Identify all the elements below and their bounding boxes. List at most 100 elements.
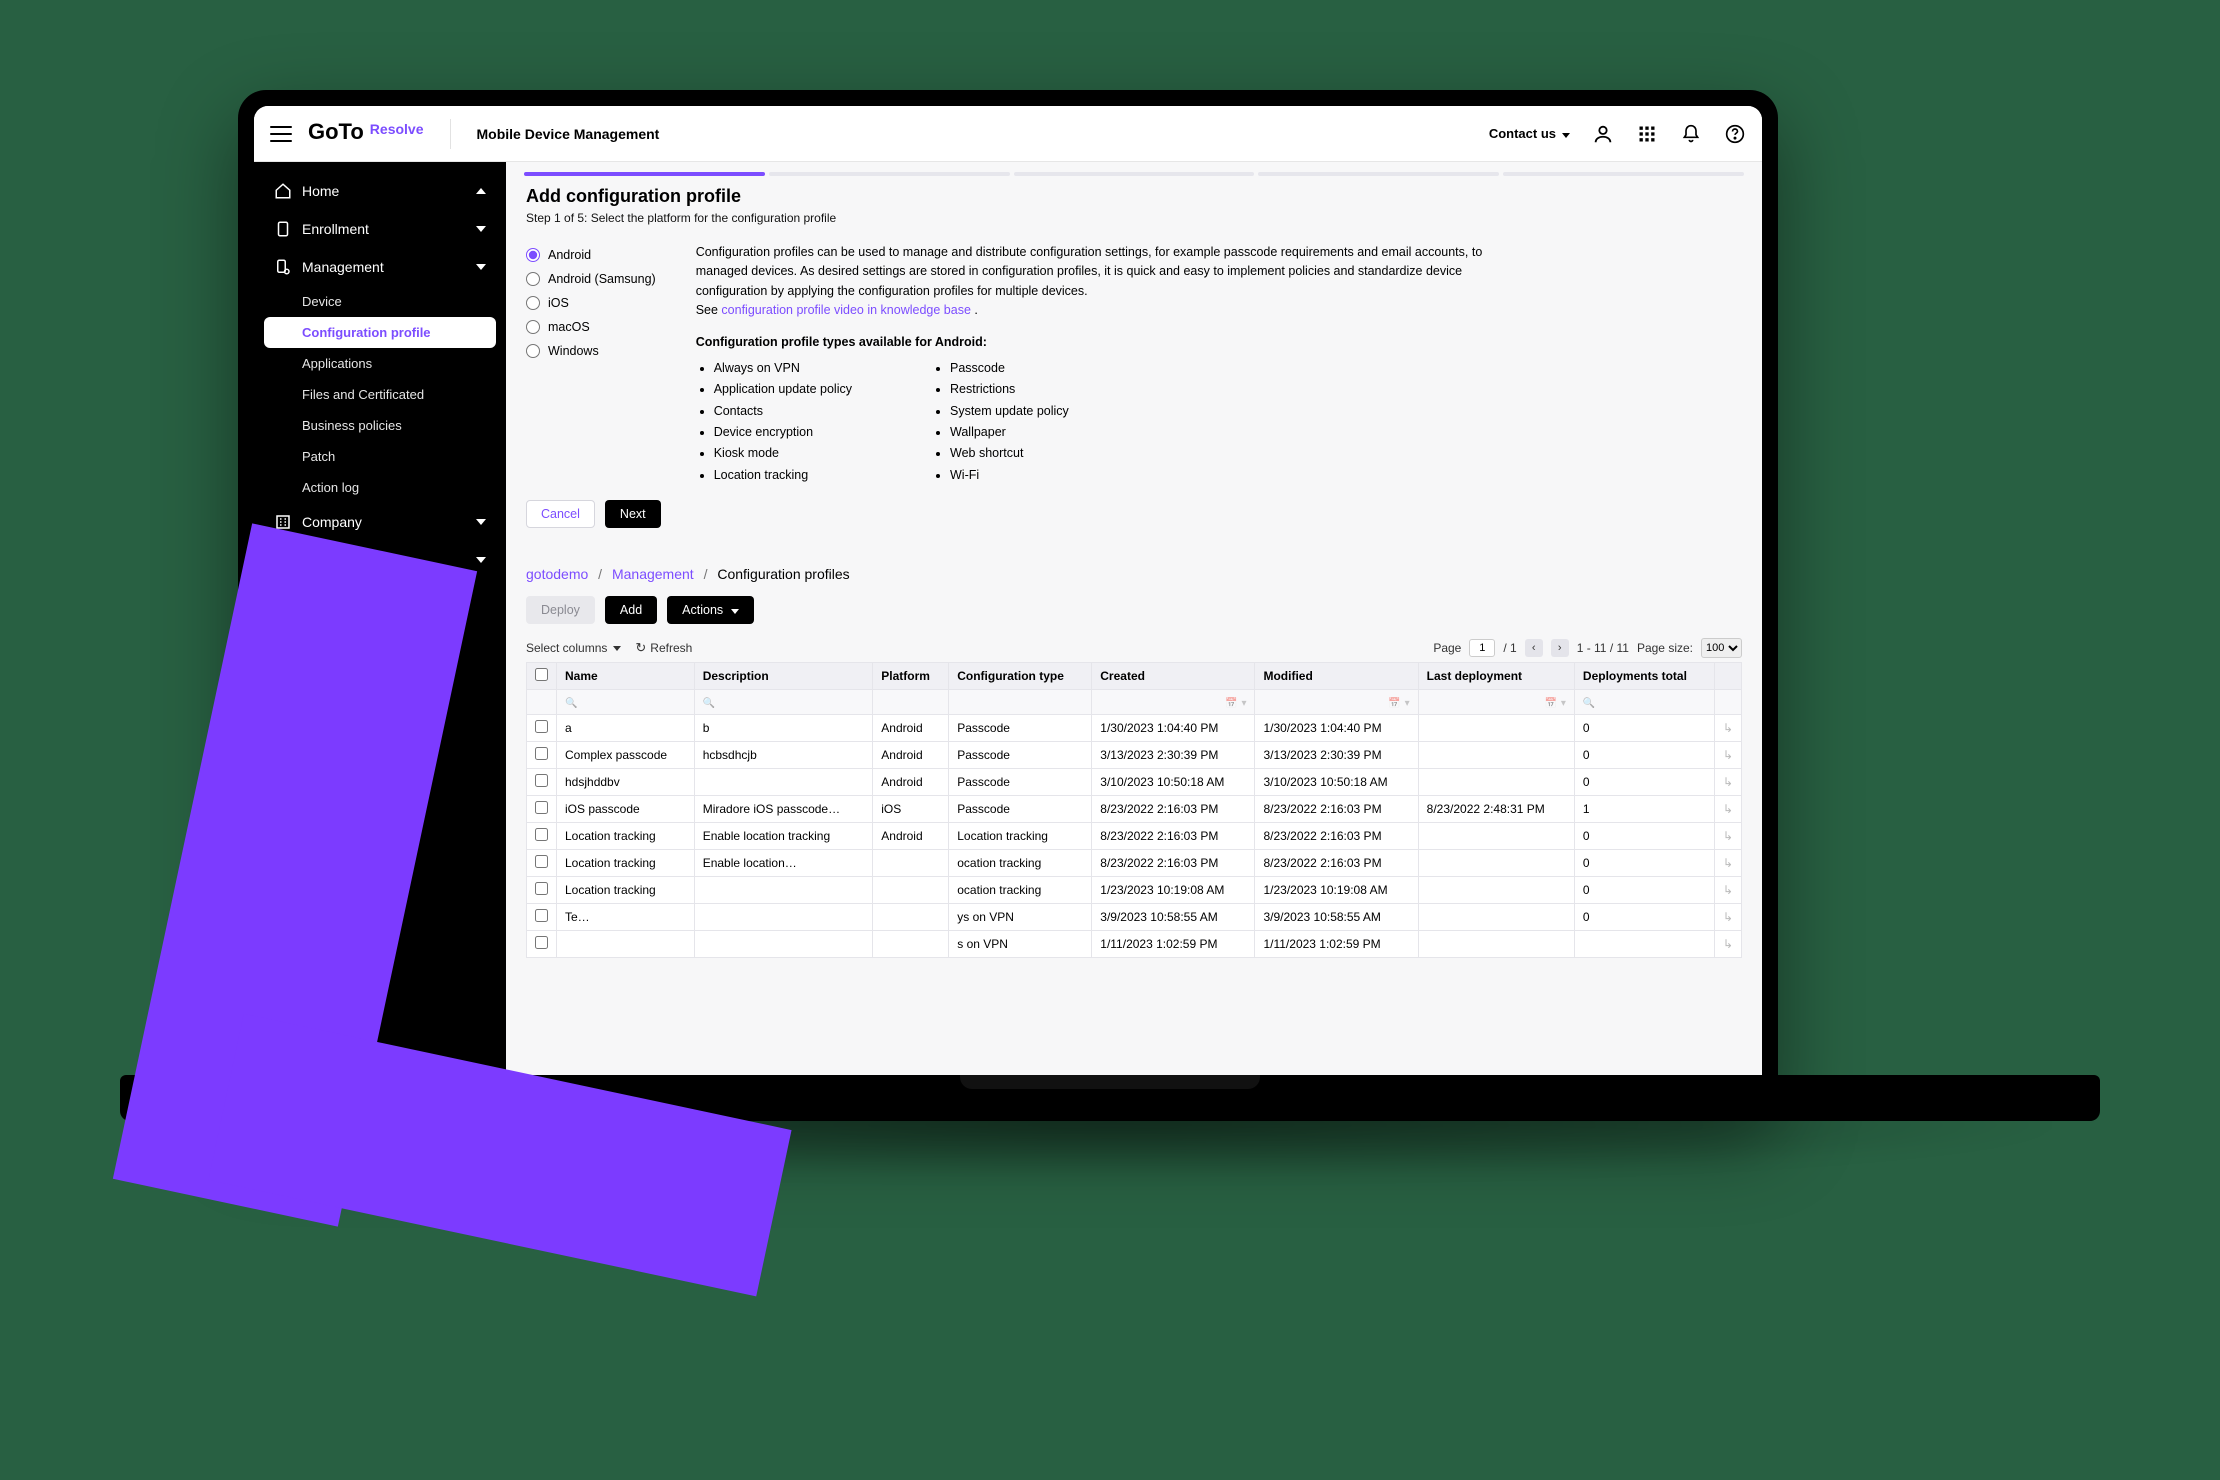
bell-icon[interactable] [1680,123,1702,145]
page-title: Mobile Device Management [477,126,660,142]
col-configuration-type[interactable]: Configuration type [949,663,1092,690]
table-row[interactable]: Location trackingEnable location…ocation… [527,850,1742,877]
menu-icon[interactable] [270,126,292,142]
row-action-icon[interactable] [1714,931,1741,958]
crumb-management[interactable]: Management [612,566,694,582]
table-row[interactable]: Location trackingEnable location trackin… [527,823,1742,850]
platform-radio-macos[interactable]: macOS [526,315,656,339]
row-checkbox[interactable] [535,801,548,814]
table-row[interactable]: iOS passcodeMiradore iOS passcode…iOSPas… [527,796,1742,823]
logo-product-text: Resolve [370,121,424,137]
select-columns-dropdown[interactable]: Select columns [526,641,621,655]
col-deployments-total[interactable]: Deployments total [1574,663,1714,690]
sidebar-item-management[interactable]: Management [264,248,496,286]
calendar-icon[interactable] [1544,695,1556,709]
calendar-icon[interactable] [1388,695,1400,709]
chevron-down-icon [476,557,486,563]
row-action-icon[interactable] [1714,715,1741,742]
sidebar-item-business-policies[interactable]: Business policies [264,410,496,441]
sidebar-item-system[interactable]: System [264,541,496,579]
sidebar: Home Enrollment Management Device Co [254,162,506,1094]
account-icon[interactable] [1592,123,1614,145]
row-checkbox[interactable] [535,855,548,868]
topbar: GoTo Resolve Mobile Device Management Co… [254,106,1762,162]
platform-radio-group: Android Android (Samsung) iOS macOS Wind… [526,243,656,486]
row-checkbox[interactable] [535,720,548,733]
sidebar-item-files-certificated[interactable]: Files and Certificated [264,379,496,410]
sidebar-item-label: Home [302,183,339,199]
row-checkbox[interactable] [535,882,548,895]
row-action-icon[interactable] [1714,850,1741,877]
row-checkbox[interactable] [535,828,548,841]
sidebar-item-label: System [302,552,349,568]
table-row[interactable]: Complex passcodehcbsdhcjbAndroidPasscode… [527,742,1742,769]
row-checkbox[interactable] [535,909,548,922]
table-header-row: Name Description Platform Configuration … [527,663,1742,690]
apps-grid-icon[interactable] [1636,123,1658,145]
platform-radio-ios[interactable]: iOS [526,291,656,315]
refresh-button[interactable]: Refresh [635,640,692,656]
calendar-icon[interactable] [1225,695,1237,709]
table-row[interactable]: Te…ys on VPN3/9/2023 10:58:55 AM3/9/2023… [527,904,1742,931]
table-row[interactable]: s on VPN1/11/2023 1:02:59 PM1/11/2023 1:… [527,931,1742,958]
logo-goto-text: GoTo [308,119,364,149]
col-description[interactable]: Description [694,663,873,690]
sidebar-item-action-log[interactable]: Action log [264,472,496,503]
row-checkbox[interactable] [535,774,548,787]
row-action-icon[interactable] [1714,904,1741,931]
logo: GoTo Resolve [308,119,424,149]
col-name[interactable]: Name [557,663,695,690]
page-prev-button[interactable]: ‹ [1525,639,1543,657]
chevron-down-icon [476,264,486,270]
sidebar-item-applications[interactable]: Applications [264,348,496,379]
col-platform[interactable]: Platform [873,663,949,690]
breadcrumb: gotodemo / Management / Configuration pr… [506,542,1762,586]
help-icon[interactable] [1724,123,1746,145]
platform-radio-windows[interactable]: Windows [526,339,656,363]
row-checkbox[interactable] [535,747,548,760]
row-action-icon[interactable] [1714,742,1741,769]
filter-icon[interactable] [1405,695,1410,709]
search-icon[interactable] [565,695,577,709]
row-action-icon[interactable] [1714,796,1741,823]
table-row[interactable]: Location trackingocation tracking1/23/20… [527,877,1742,904]
sidebar-item-patch[interactable]: Patch [264,441,496,472]
search-icon[interactable] [703,695,715,709]
filter-icon[interactable] [1241,695,1246,709]
platform-radio-android[interactable]: Android [526,243,656,267]
sidebar-item-device[interactable]: Device [264,286,496,317]
col-modified[interactable]: Modified [1255,663,1418,690]
col-last-deployment[interactable]: Last deployment [1418,663,1574,690]
contact-us-menu[interactable]: Contact us [1489,126,1570,141]
sidebar-item-label: Company [302,514,362,530]
sidebar-item-home[interactable]: Home [264,172,496,210]
sidebar-item-configuration-profile[interactable]: Configuration profile [264,317,496,348]
row-action-icon[interactable] [1714,769,1741,796]
kb-video-link[interactable]: configuration profile video in knowledge… [721,303,970,317]
sidebar-item-enrollment[interactable]: Enrollment [264,210,496,248]
table-row[interactable]: abAndroidPasscode1/30/2023 1:04:40 PM1/3… [527,715,1742,742]
cancel-button[interactable]: Cancel [526,500,595,528]
row-action-icon[interactable] [1714,823,1741,850]
chevron-down-icon [476,226,486,232]
divider [450,119,451,149]
search-icon[interactable] [1583,695,1595,709]
filter-icon[interactable] [1561,695,1566,709]
select-all-checkbox[interactable] [535,668,548,681]
page-size-select[interactable]: 100 [1701,638,1742,658]
col-created[interactable]: Created [1092,663,1255,690]
next-button[interactable]: Next [605,500,661,528]
page-input[interactable] [1469,639,1495,657]
actions-menu[interactable]: Actions [667,596,754,624]
table-row[interactable]: hdsjhddbvAndroidPasscode3/10/2023 10:50:… [527,769,1742,796]
sidebar-item-label: Enrollment [302,221,369,237]
platform-radio-android-samsung[interactable]: Android (Samsung) [526,267,656,291]
sidebar-item-company[interactable]: Company [264,503,496,541]
wizard-title: Add configuration profile [526,186,1742,207]
refresh-icon [635,640,646,656]
row-action-icon[interactable] [1714,877,1741,904]
add-button[interactable]: Add [605,596,657,624]
row-checkbox[interactable] [535,936,548,949]
page-next-button[interactable]: › [1551,639,1569,657]
crumb-root[interactable]: gotodemo [526,566,588,582]
